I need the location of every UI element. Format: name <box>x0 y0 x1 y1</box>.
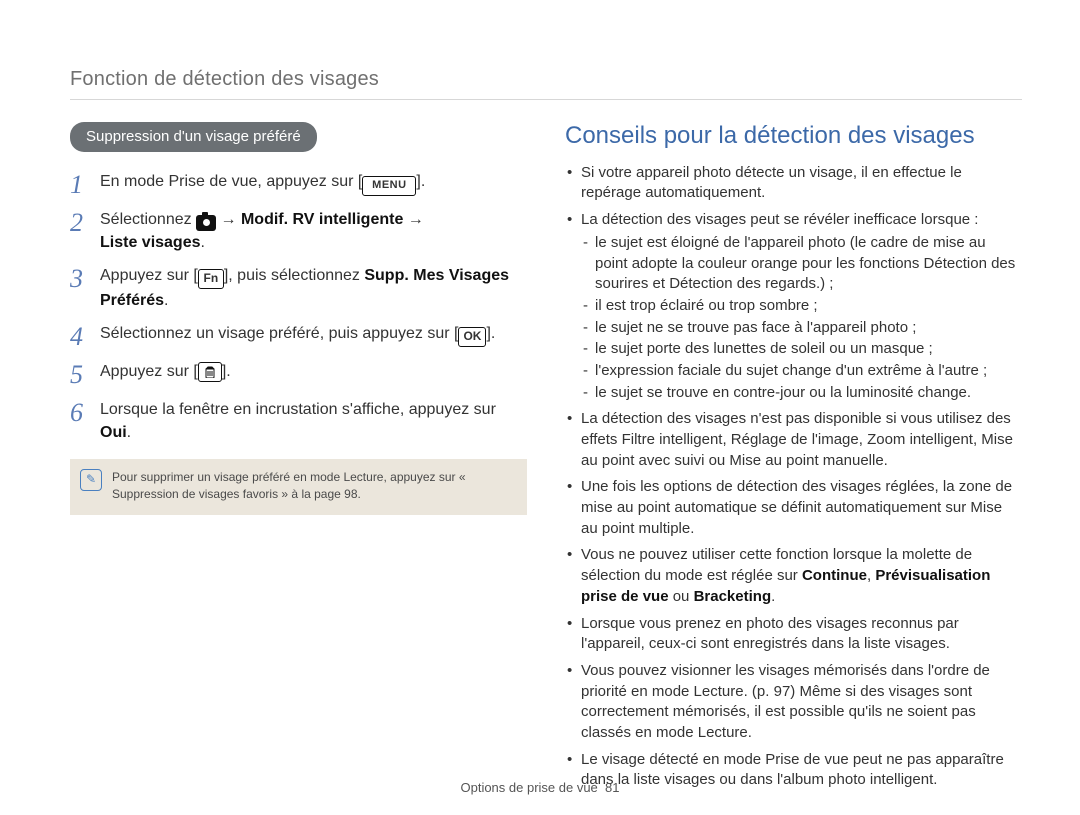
footer-page-number: 81 <box>605 780 619 795</box>
left-column: Suppression d'un visage préféré 1 En mod… <box>70 122 527 797</box>
step-text: Appuyez sur [ <box>100 267 198 284</box>
step: 1 En mode Prise de vue, appuyez sur [MEN… <box>70 170 527 198</box>
step-number: 3 <box>70 264 100 292</box>
step-body: Appuyez sur []. <box>100 360 527 383</box>
tip-subitem: le sujet porte des lunettes de soleil ou… <box>581 339 1022 360</box>
footer-section: Options de prise de vue <box>460 780 597 795</box>
step-number: 1 <box>70 170 100 198</box>
arrow-icon: → <box>221 211 241 228</box>
step-number: 6 <box>70 398 100 426</box>
fn-icon: Fn <box>198 269 224 289</box>
note-icon: ✎ <box>80 469 102 491</box>
note-box: ✎ Pour supprimer un visage préféré en mo… <box>70 459 527 516</box>
step-number: 5 <box>70 360 100 388</box>
tip-text: . <box>771 588 775 605</box>
tip-subitem: le sujet ne se trouve pas face à l'appar… <box>581 318 1022 339</box>
step: 4 Sélectionnez un visage préféré, puis a… <box>70 322 527 350</box>
step-text: Lorsque la fenêtre en incrustation s'aff… <box>100 401 496 418</box>
step-text: ]. <box>486 325 495 342</box>
steps-list: 1 En mode Prise de vue, appuyez sur [MEN… <box>70 170 527 445</box>
page-header: Fonction de détection des visages <box>70 68 1022 91</box>
tip-item: La détection des visages n'est pas dispo… <box>565 409 1022 471</box>
tip-item: Lorsque vous prenez en photo des visages… <box>565 614 1022 655</box>
menu-icon: MENU <box>362 176 416 196</box>
section-title: Conseils pour la détection des visages <box>565 122 1022 151</box>
tip-item: Vous ne pouvez utiliser cette fonction l… <box>565 545 1022 607</box>
step-text: Sélectionnez <box>100 211 196 228</box>
tip-item: La détection des visages peut se révéler… <box>565 210 1022 403</box>
step: 5 Appuyez sur []. <box>70 360 527 388</box>
tip-sublist: le sujet est éloigné de l'appareil photo… <box>581 233 1022 404</box>
tip-item: Une fois les options de détection des vi… <box>565 477 1022 539</box>
step-number: 2 <box>70 208 100 236</box>
tip-bold: Bracketing <box>694 588 772 605</box>
step-text: ], puis sélectionnez <box>224 267 365 284</box>
step-bold: Modif. RV intelligente <box>241 211 403 228</box>
note-text: Pour supprimer un visage préféré en mode… <box>112 469 513 504</box>
tip-text: La détection des visages peut se révéler… <box>581 211 978 228</box>
trash-icon <box>198 362 222 382</box>
tip-subitem: il est trop éclairé ou trop sombre ; <box>581 296 1022 317</box>
subsection-pill: Suppression d'un visage préféré <box>70 122 317 152</box>
step-body: Sélectionnez → Modif. RV intelligente → L… <box>100 208 527 254</box>
tip-subitem: l'expression faciale du sujet change d'u… <box>581 361 1022 382</box>
step: 6 Lorsque la fenêtre en incrustation s'a… <box>70 398 527 444</box>
tip-subitem: le sujet se trouve en contre-jour ou la … <box>581 383 1022 404</box>
camera-icon <box>196 215 216 231</box>
manual-page: Fonction de détection des visages Suppre… <box>0 0 1080 815</box>
step: 2 Sélectionnez → Modif. RV intelligente … <box>70 208 527 254</box>
step-body: En mode Prise de vue, appuyez sur [MENU]… <box>100 170 527 196</box>
step-text: Appuyez sur [ <box>100 363 198 380</box>
step-text: ]. <box>416 173 425 190</box>
step-text: . <box>164 292 168 309</box>
tips-list: Si votre appareil photo détecte un visag… <box>565 163 1022 791</box>
step-text: . <box>127 424 131 441</box>
step-text: ]. <box>222 363 231 380</box>
step-number: 4 <box>70 322 100 350</box>
step-bold: Liste visages <box>100 234 201 251</box>
content-columns: Suppression d'un visage préféré 1 En mod… <box>70 122 1022 797</box>
tip-item: Si votre appareil photo détecte un visag… <box>565 163 1022 204</box>
arrow-icon: → <box>408 211 424 228</box>
right-column: Conseils pour la détection des visages S… <box>565 122 1022 797</box>
step-body: Lorsque la fenêtre en incrustation s'aff… <box>100 398 527 444</box>
step-body: Appuyez sur [Fn], puis sélectionnez Supp… <box>100 264 527 312</box>
tip-text: ou <box>669 588 694 605</box>
tip-item: Vous pouvez visionner les visages mémori… <box>565 661 1022 744</box>
ok-icon: OK <box>458 327 486 347</box>
step-text: Sélectionnez un visage préféré, puis app… <box>100 325 458 342</box>
step-bold: Oui <box>100 424 127 441</box>
header-divider <box>70 99 1022 100</box>
step-text: . <box>201 234 205 251</box>
page-footer: Options de prise de vue 81 <box>0 780 1080 795</box>
step-text: En mode Prise de vue, appuyez sur [ <box>100 173 362 190</box>
tip-bold: Continue <box>802 567 867 584</box>
step: 3 Appuyez sur [Fn], puis sélectionnez Su… <box>70 264 527 312</box>
tip-subitem: le sujet est éloigné de l'appareil photo… <box>581 233 1022 295</box>
step-body: Sélectionnez un visage préféré, puis app… <box>100 322 527 347</box>
